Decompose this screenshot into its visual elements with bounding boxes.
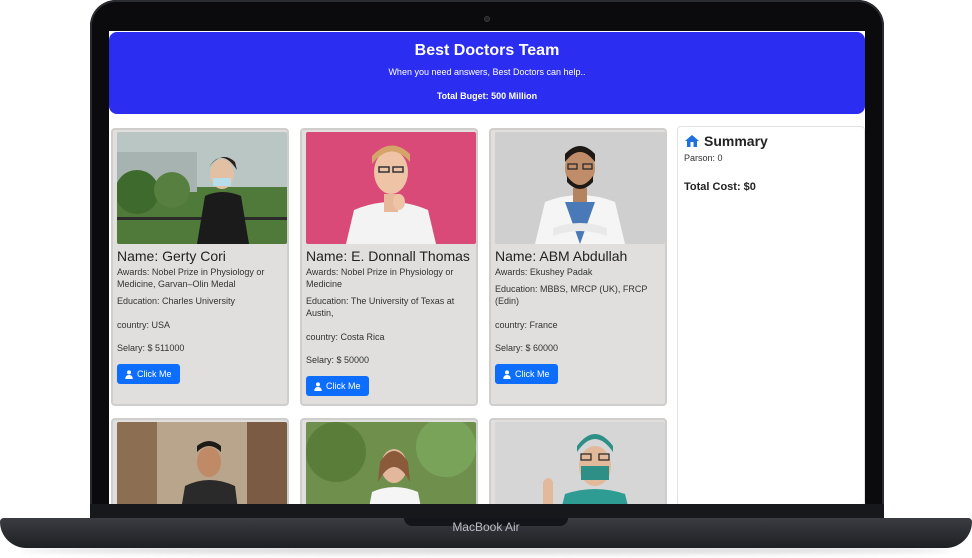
doctor-name: Name: ABM Abdullah bbox=[495, 248, 628, 264]
total-cost: Total Cost: $0 bbox=[684, 181, 756, 193]
click-me-label: Click Me bbox=[326, 381, 361, 391]
doctor-card bbox=[300, 418, 478, 504]
doctor-card bbox=[111, 418, 289, 504]
doctor-awards: Awards: Nobel Prize in Physiology or Med… bbox=[117, 267, 265, 289]
home-icon bbox=[685, 135, 699, 147]
doctor-card bbox=[489, 418, 667, 504]
doctor-card: Name: ABM Abdullah Awards: Ekushey Padak… bbox=[489, 128, 667, 406]
user-icon bbox=[314, 381, 322, 391]
model-label: MacBook Air bbox=[452, 520, 520, 534]
doctor-awards: Awards: Nobel Prize in Physiology or Med… bbox=[306, 267, 454, 289]
page-subtitle: When you need answers, Best Doctors can … bbox=[388, 67, 586, 77]
doctor-photo bbox=[306, 422, 476, 504]
person-count: Parson: 0 bbox=[684, 153, 723, 163]
budget-text: Total Buget: 500 Million bbox=[436, 91, 538, 101]
doctor-awards: Awards: Ekushey Padak bbox=[495, 267, 593, 277]
doctor-salary: Selary: $ 511000 bbox=[117, 343, 185, 353]
doctor-country: country: USA bbox=[117, 320, 171, 330]
click-me-button[interactable]: Click Me bbox=[306, 376, 369, 396]
click-me-label: Click Me bbox=[515, 369, 550, 379]
summary-title-row: Summary bbox=[684, 133, 858, 149]
click-me-button[interactable]: Click Me bbox=[495, 364, 558, 384]
doctor-photo bbox=[495, 422, 665, 504]
doctor-salary: Selary: $ 60000 bbox=[495, 343, 559, 353]
summary-title: Summary bbox=[704, 133, 768, 149]
doctor-education: Education: MBBS, MRCP (UK), FRCP (Edin) bbox=[495, 284, 648, 306]
doctor-photo bbox=[495, 132, 665, 244]
hero-header: Best Doctors Team When you need answers,… bbox=[109, 32, 865, 114]
browser-viewport: Best Doctors Team When you need answers,… bbox=[109, 31, 865, 504]
doctor-education: Education: The University of Texas at Au… bbox=[306, 296, 455, 318]
summary-panel: Summary Parson: 0 Total Cost: $0 bbox=[677, 126, 865, 504]
doctor-country: country: France bbox=[495, 320, 558, 330]
doctor-name: Name: Gerty Cori bbox=[117, 248, 226, 264]
doctor-name: Name: E. Donnall Thomas bbox=[306, 248, 470, 264]
camera-dot bbox=[484, 16, 490, 22]
click-me-label: Click Me bbox=[137, 369, 172, 379]
user-icon bbox=[503, 369, 511, 379]
user-icon bbox=[125, 369, 133, 379]
laptop-frame: MacBook Air Best Doctors Team When you n… bbox=[0, 0, 972, 558]
doctor-country: country: Costa Rica bbox=[306, 332, 385, 342]
doctor-photo bbox=[117, 422, 287, 504]
doctor-salary: Selary: $ 50000 bbox=[306, 355, 370, 365]
doctor-photo bbox=[117, 132, 287, 244]
doctor-photo bbox=[306, 132, 476, 244]
doctor-card: Name: E. Donnall Thomas Awards: Nobel Pr… bbox=[300, 128, 478, 406]
click-me-button[interactable]: Click Me bbox=[117, 364, 180, 384]
doctor-card: Name: Gerty Cori Awards: Nobel Prize in … bbox=[111, 128, 289, 406]
doctor-education: Education: Charles University bbox=[117, 296, 236, 306]
page-title: Best Doctors Team bbox=[414, 42, 560, 59]
